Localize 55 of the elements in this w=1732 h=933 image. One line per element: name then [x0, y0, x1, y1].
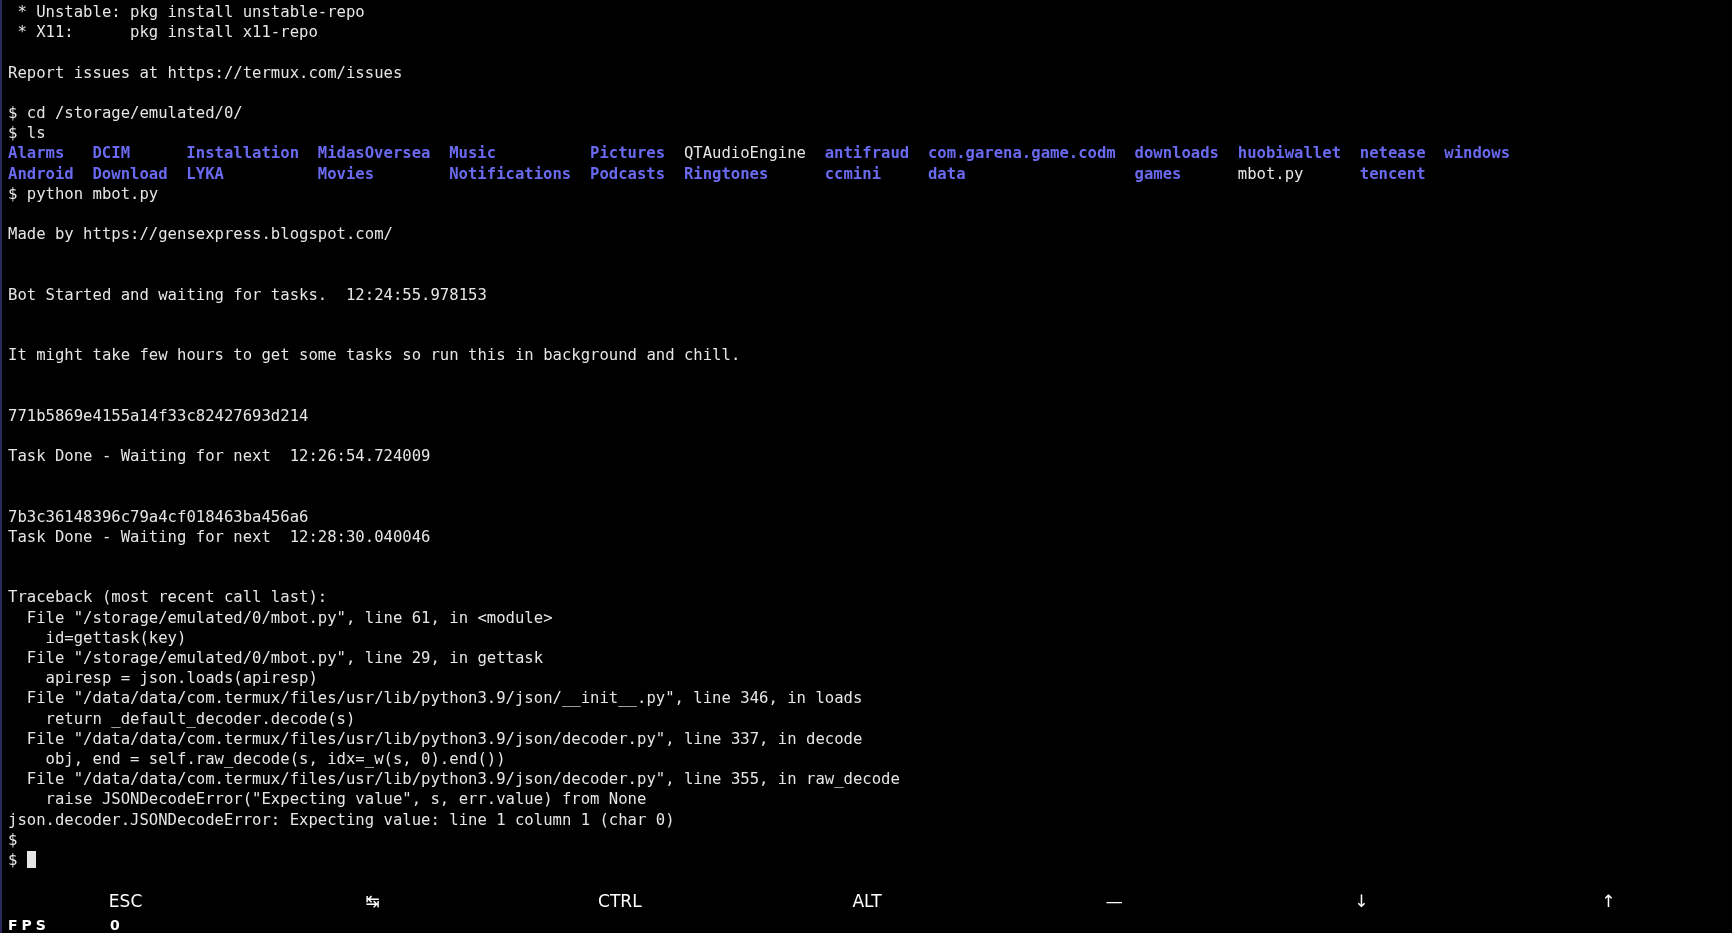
terminal-line: raise JSONDecodeError("Expecting value", s, err.value) from None	[44, 790, 647, 809]
directory-name: com.garena.game.codm	[927, 143, 1116, 164]
terminal-line: File "/storage/emulated/0/mbot.py", line 29, in gettask	[25, 649, 544, 667]
directory-name: DCIM	[92, 143, 131, 164]
terminal-line: 771b5869e4155a14f33c82427693d214	[8, 406, 309, 425]
directory-name: Pictures	[590, 143, 666, 164]
terminal-line: return _default_decoder.decode(s)	[44, 709, 356, 728]
directory-name: Music	[449, 143, 497, 164]
terminal-line: 7b3c36148396c79a4cf018463ba456a6	[8, 507, 309, 526]
directory-name: Movies	[317, 163, 375, 184]
directory-name: netease	[1359, 143, 1426, 164]
terminal-line: $ ls	[8, 124, 46, 143]
terminal-line: obj, end = self.raw_decode(s, idx=_w(s, 0).end())	[44, 749, 506, 768]
directory-name: Alarms	[8, 143, 65, 164]
terminal-line: id=gettask(key)	[44, 628, 187, 647]
terminal-line: json.decoder.JSONDecodeError: Expecting value: line 1 column 1 (char 0)	[8, 810, 675, 829]
terminal-line: * X11: pkg install x11-repo	[16, 23, 318, 42]
file-name: QTAudioEngine	[683, 143, 806, 164]
terminal-line: Task Done - Waiting for next 12:26:54.724009	[8, 447, 431, 466]
terminal-line: $ cd /storage/emulated/0/	[8, 103, 243, 122]
directory-name: antifraud	[824, 143, 910, 164]
directory-name: ccmini	[824, 163, 882, 184]
directory-name: games	[1134, 163, 1182, 184]
directory-name: downloads	[1134, 143, 1219, 164]
directory-name: windows	[1444, 143, 1510, 164]
directory-name: Ringtones	[683, 163, 769, 184]
directory-name: MidasOversea	[317, 143, 431, 164]
directory-name: LYKA	[186, 163, 224, 184]
terminal-line: Report issues at https://termux.com/issues	[8, 63, 403, 82]
terminal-line: File "/data/data/com.termux/files/usr/lib/python3.9/json/__init__.py", line 346, in loads	[25, 689, 863, 708]
fps-label: FPS	[8, 917, 50, 933]
directory-name: huobiwallet	[1237, 143, 1342, 164]
directory-name: tencent	[1359, 163, 1426, 184]
terminal-line: Traceback (most recent call last):	[8, 588, 328, 607]
cursor-block	[26, 850, 36, 868]
file-name: mbot.py	[1237, 163, 1304, 184]
directory-name: Podcasts	[590, 163, 666, 184]
terminal-line: * Unstable: pkg install unstable-repo	[16, 3, 365, 21]
terminal-line: Task Done - Waiting for next 12:28:30.040046	[8, 527, 431, 546]
terminal-line: File "/data/data/com.termux/files/usr/lib/python3.9/json/decoder.py", line 337, in decode	[25, 729, 863, 748]
directory-name: data	[927, 163, 966, 184]
terminal-line: Made by https://gensexpress.blogspot.com/	[8, 225, 393, 244]
terminal-line: $	[8, 830, 18, 849]
prompt-text: $	[8, 850, 18, 869]
terminal-line: File "/storage/emulated/0/mbot.py", line 61, in <module>	[25, 608, 553, 627]
terminal-line: Bot Started and waiting for tasks. 12:24:55.978153	[8, 285, 487, 304]
terminal-line: apiresp = json.loads(apiresp)	[44, 669, 318, 688]
directory-name: Notifications	[449, 163, 572, 184]
fps-value: 0	[110, 917, 120, 933]
terminal-line: File "/data/data/com.termux/files/usr/lib/python3.9/json/decoder.py", line 355, in raw_decode	[25, 770, 900, 789]
directory-name: Installation	[186, 143, 300, 164]
directory-name: Download	[92, 163, 168, 184]
directory-name: Android	[8, 163, 74, 184]
terminal-line: $ python mbot.py	[8, 184, 159, 203]
terminal-line: It might take few hours to get some tasks so run this in background and chill.	[8, 346, 741, 365]
